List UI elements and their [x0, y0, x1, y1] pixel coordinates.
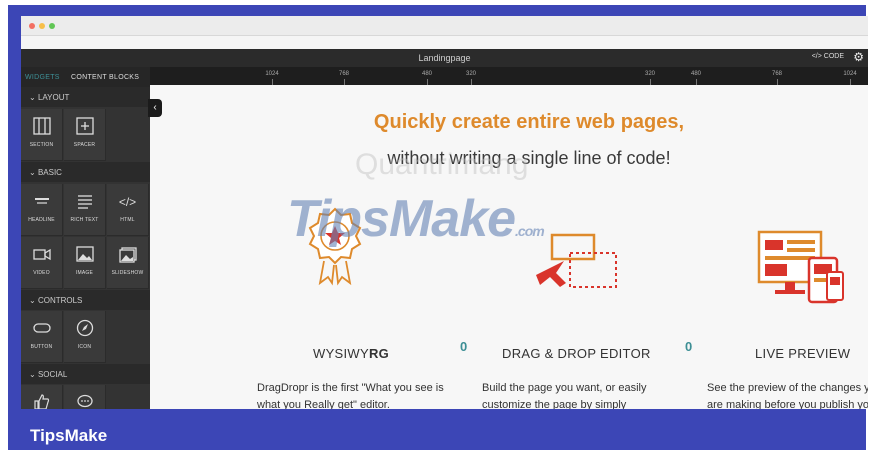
- section-controls[interactable]: ⌄ CONTROLS: [21, 290, 150, 310]
- widget-label: ICON: [77, 344, 92, 350]
- section-basic[interactable]: ⌄ BASIC: [21, 162, 150, 182]
- ruler-tick[interactable]: 768: [772, 71, 782, 77]
- feature-desc-line: are making before you publish your: [707, 399, 868, 409]
- feature-desc-line: customize the page by simply: [482, 399, 627, 409]
- ruler-tick[interactable]: 1024: [265, 71, 278, 77]
- hero-subheadline: without writing a single line of code!: [387, 148, 671, 168]
- loading-spinner-icon: 0: [460, 339, 468, 354]
- widget-label: BUTTON: [30, 344, 53, 350]
- widget-section[interactable]: SECTION: [21, 109, 63, 161]
- widget-headline[interactable]: HEADLINE: [21, 184, 63, 236]
- feature-title-bold: RG: [368, 346, 390, 361]
- video-camera-icon: [21, 245, 62, 265]
- browser-titlebar: [21, 16, 868, 36]
- html-code-icon: </>: [118, 195, 137, 209]
- award-ribbon-icon: [308, 207, 362, 286]
- widget-label: RICH TEXT: [70, 217, 99, 223]
- feature-desc-wysiwyrg: DragDropr is the first "What you see is …: [257, 380, 457, 409]
- widget-icon[interactable]: ICON: [64, 311, 106, 363]
- widget-label: VIDEO: [33, 270, 50, 276]
- section-social-label: SOCIAL: [37, 370, 68, 379]
- feature-desc-line: See the preview of the changes you: [707, 382, 868, 394]
- chat-bubble-icon: [64, 393, 105, 409]
- section-layout[interactable]: ⌄ LAYOUT: [21, 87, 150, 107]
- app-header: Landingpage </> CODE ⚙: [21, 49, 868, 67]
- ruler-tick[interactable]: 320: [466, 71, 476, 77]
- widget-like[interactable]: [21, 385, 63, 409]
- panel-tabs: WIDGETS CONTENT BLOCKS: [21, 67, 150, 87]
- widget-image[interactable]: IMAGE: [64, 237, 106, 289]
- browser-toolbar: [21, 36, 868, 49]
- compass-icon: [64, 319, 105, 339]
- widget-label: SECTION: [29, 142, 54, 148]
- widget-slideshow[interactable]: SLIDESHOW: [107, 237, 149, 289]
- section-layout-label: LAYOUT: [37, 93, 70, 102]
- close-window-icon[interactable]: [29, 23, 35, 29]
- hero-headline: Quickly create entire web pages,: [373, 111, 685, 133]
- feature-desc-line: what you Really get" editor.: [257, 399, 390, 409]
- drag-drop-cursor-icon: [536, 233, 617, 288]
- tab-widgets[interactable]: WIDGETS: [25, 74, 60, 81]
- section-controls-label: CONTROLS: [37, 296, 83, 305]
- widget-button[interactable]: BUTTON: [21, 311, 63, 363]
- section-basic-label: BASIC: [37, 168, 62, 177]
- maximize-window-icon[interactable]: [49, 23, 55, 29]
- widget-spacer[interactable]: SPACER: [64, 109, 106, 161]
- rich-text-icon: [64, 192, 105, 212]
- collapse-panel-button[interactable]: ‹: [148, 99, 162, 117]
- feature-title-wysiwyrg: WYSIWYRG: [313, 346, 389, 361]
- feature-desc-line: Build the page you want, or easily: [482, 382, 647, 394]
- ruler-tick[interactable]: 320: [645, 71, 655, 77]
- widget-label: HEADLINE: [28, 217, 55, 223]
- widget-label: SLIDESHOW: [111, 270, 144, 276]
- loading-spinner-icon: 0: [685, 339, 693, 354]
- ruler-tick[interactable]: 480: [422, 71, 432, 77]
- button-icon: [21, 319, 62, 339]
- widget-label: HTML: [120, 217, 135, 223]
- section-social[interactable]: ⌄ SOCIAL: [21, 364, 150, 384]
- ruler-tick[interactable]: 1024: [843, 71, 856, 77]
- feature-desc-live-preview: See the preview of the changes you are m…: [707, 380, 868, 409]
- ruler-tick[interactable]: 768: [339, 71, 349, 77]
- feature-title-drag-drop: DRAG & DROP EDITOR: [502, 346, 651, 361]
- feature-title-live-preview: LIVE PREVIEW: [755, 346, 851, 361]
- breakpoint-ruler[interactable]: 1024 768 480 320 320 480 768 1024: [150, 67, 868, 85]
- widget-rich-text[interactable]: RICH TEXT: [64, 184, 106, 236]
- spacer-icon: [64, 117, 105, 137]
- ruler-tick[interactable]: 480: [691, 71, 701, 77]
- widget-video[interactable]: VIDEO: [21, 237, 63, 289]
- feature-title-text: WYSIWY: [313, 346, 369, 361]
- code-view-button[interactable]: </> CODE: [812, 53, 844, 60]
- image-icon: [64, 245, 105, 265]
- page-title: Landingpage: [418, 53, 471, 63]
- minimize-window-icon[interactable]: [39, 23, 45, 29]
- gear-icon[interactable]: ⚙: [853, 50, 864, 64]
- code-label: CODE: [823, 53, 844, 60]
- browser-window: Landingpage </> CODE ⚙ WIDGETS CONTENT B…: [21, 16, 868, 409]
- thumbs-up-icon: [21, 393, 62, 409]
- widget-label: SPACER: [73, 142, 96, 148]
- page-canvas[interactable]: Quickly create entire web pages, without…: [150, 85, 868, 409]
- responsive-devices-icon: [757, 230, 844, 304]
- screenshot-frame: Landingpage </> CODE ⚙ WIDGETS CONTENT B…: [0, 0, 870, 455]
- tab-content-blocks[interactable]: CONTENT BLOCKS: [71, 74, 139, 81]
- widget-label: IMAGE: [75, 270, 94, 276]
- footer-brand: TipsMake: [30, 426, 108, 445]
- section-columns-icon: [21, 117, 62, 137]
- headline-icon: [21, 192, 62, 212]
- widget-html[interactable]: </> HTML: [107, 184, 149, 236]
- feature-desc-line: DragDropr is the first "What you see is: [257, 382, 444, 394]
- widget-comment[interactable]: [64, 385, 106, 409]
- slideshow-icon: [107, 245, 148, 265]
- chevron-left-icon: ‹: [153, 102, 157, 113]
- widgets-sidebar: ⌄ LAYOUT SECTION SPACER ⌄ BASIC HEADLINE…: [21, 87, 150, 409]
- feature-desc-drag-drop: Build the page you want, or easily custo…: [482, 380, 682, 409]
